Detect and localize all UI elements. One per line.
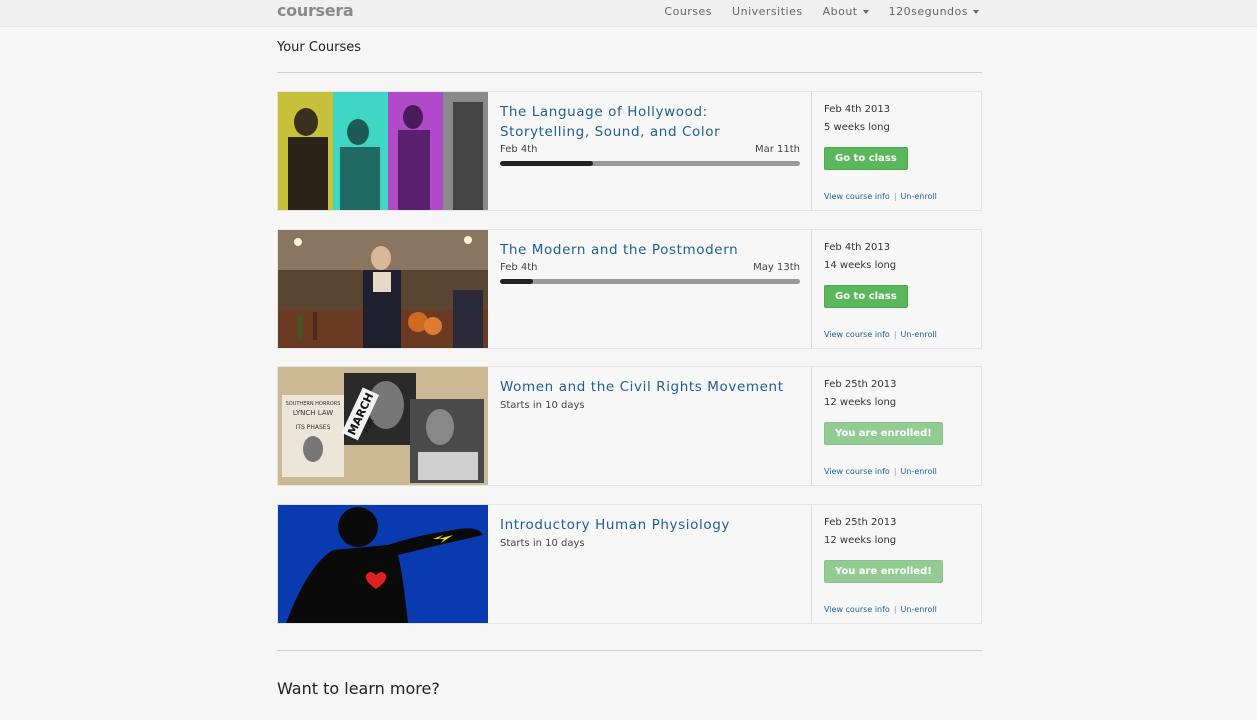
course-dates: Feb 4th May 13th	[500, 262, 800, 273]
view-course-info-link[interactable]: View course info	[824, 330, 890, 339]
nav-user-menu[interactable]: 120segundos	[889, 5, 979, 18]
thumb-text-its-phases: ITS PHASES	[296, 424, 331, 431]
enrolled-button[interactable]: You are enrolled!	[824, 560, 943, 583]
course-start-label: Feb 4th	[500, 144, 538, 155]
link-separator: |	[893, 605, 897, 614]
course-side-panel: Feb 25th 2013 12 weeks long You are enro…	[811, 367, 982, 485]
coursera-logo[interactable]: coursera	[277, 1, 354, 20]
course-thumbnail[interactable]	[278, 92, 488, 210]
course-length: 5 weeks long	[824, 122, 890, 133]
course-card: SOUTHERN HORRORS LYNCH LAW ITS PHASES MA…	[277, 366, 982, 486]
course-date: Feb 4th 2013	[824, 242, 891, 253]
progress-bar	[500, 279, 800, 284]
chevron-down-icon	[973, 9, 979, 14]
divider	[277, 650, 982, 651]
course-side-panel: Feb 4th 2013 5 weeks long Go to class Vi…	[811, 92, 982, 210]
course-status: Starts in 10 days	[500, 400, 585, 411]
course-card: Introductory Human Physiology Starts in …	[277, 504, 982, 624]
course-dates: Feb 4th Mar 11th	[500, 144, 800, 155]
progress-fill	[500, 279, 533, 284]
course-info: Introductory Human Physiology Starts in …	[500, 515, 800, 549]
view-course-info-link[interactable]: View course info	[824, 467, 890, 476]
course-date: Feb 25th 2013	[824, 517, 897, 528]
course-title[interactable]: The Modern and the Postmodern	[500, 240, 800, 260]
course-thumbnail[interactable]: SOUTHERN HORRORS LYNCH LAW ITS PHASES MA…	[278, 367, 488, 485]
course-title-line-2[interactable]: Storytelling, Sound, and Color	[500, 122, 800, 142]
course-links: View course info | Un-enroll	[824, 605, 937, 614]
nav-about-label: About	[822, 5, 858, 18]
course-links: View course info | Un-enroll	[824, 330, 937, 339]
course-status: Starts in 10 days	[500, 538, 585, 549]
course-info: The Modern and the Postmodern Feb 4th Ma…	[500, 240, 800, 284]
unenroll-link[interactable]: Un-enroll	[901, 330, 937, 339]
go-to-class-button[interactable]: Go to class	[824, 285, 908, 308]
course-date: Feb 4th 2013	[824, 104, 891, 115]
course-date: Feb 25th 2013	[824, 379, 897, 390]
progress-fill	[500, 161, 593, 166]
link-separator: |	[893, 192, 897, 201]
course-info: Women and the Civil Rights Movement Star…	[500, 377, 800, 411]
progress-bar	[500, 161, 800, 166]
course-length: 14 weeks long	[824, 260, 897, 271]
unenroll-link[interactable]: Un-enroll	[901, 192, 937, 201]
main-nav: Courses Universities About 120segundos	[664, 5, 979, 18]
page-title: Your Courses	[277, 40, 362, 55]
course-card: The Language of Hollywood: Storytelling,…	[277, 91, 982, 211]
nav-about[interactable]: About	[823, 5, 869, 18]
chevron-down-icon	[862, 9, 869, 14]
course-title[interactable]: Women and the Civil Rights Movement	[500, 377, 800, 397]
course-title-line-1[interactable]: The Language of Hollywood:	[500, 102, 800, 122]
unenroll-link[interactable]: Un-enroll	[901, 467, 937, 476]
nav-user-label: 120segundos	[888, 5, 968, 18]
thumb-text-southern-horrors: SOUTHERN HORRORS	[286, 401, 341, 407]
course-links: View course info | Un-enroll	[824, 192, 937, 201]
course-title[interactable]: Introductory Human Physiology	[500, 515, 800, 535]
enrolled-button[interactable]: You are enrolled!	[824, 422, 943, 445]
go-to-class-button[interactable]: Go to class	[824, 147, 908, 170]
thumb-text-lynch-law: LYNCH LAW	[293, 409, 333, 417]
section-heading: Want to learn more?	[277, 679, 440, 698]
view-course-info-link[interactable]: View course info	[824, 192, 890, 201]
top-navbar: coursera Courses Universities About 120s…	[0, 0, 1257, 27]
course-end-label: May 13th	[753, 262, 800, 273]
view-course-info-link[interactable]: View course info	[824, 605, 890, 614]
course-info: The Language of Hollywood: Storytelling,…	[500, 102, 800, 166]
link-separator: |	[893, 467, 897, 476]
course-side-panel: Feb 25th 2013 12 weeks long You are enro…	[811, 505, 982, 623]
course-card: The Modern and the Postmodern Feb 4th Ma…	[277, 229, 982, 349]
nav-courses[interactable]: Courses	[664, 5, 712, 18]
course-thumbnail[interactable]	[278, 230, 488, 348]
course-start-label: Feb 4th	[500, 262, 538, 273]
course-length: 12 weeks long	[824, 535, 897, 546]
nav-universities[interactable]: Universities	[732, 5, 803, 18]
course-links: View course info | Un-enroll	[824, 467, 937, 476]
link-separator: |	[893, 330, 897, 339]
course-side-panel: Feb 4th 2013 14 weeks long Go to class V…	[811, 230, 982, 348]
unenroll-link[interactable]: Un-enroll	[901, 605, 937, 614]
divider	[277, 72, 982, 73]
course-thumbnail[interactable]	[278, 505, 488, 623]
course-end-label: Mar 11th	[754, 144, 800, 155]
course-length: 12 weeks long	[824, 397, 897, 408]
